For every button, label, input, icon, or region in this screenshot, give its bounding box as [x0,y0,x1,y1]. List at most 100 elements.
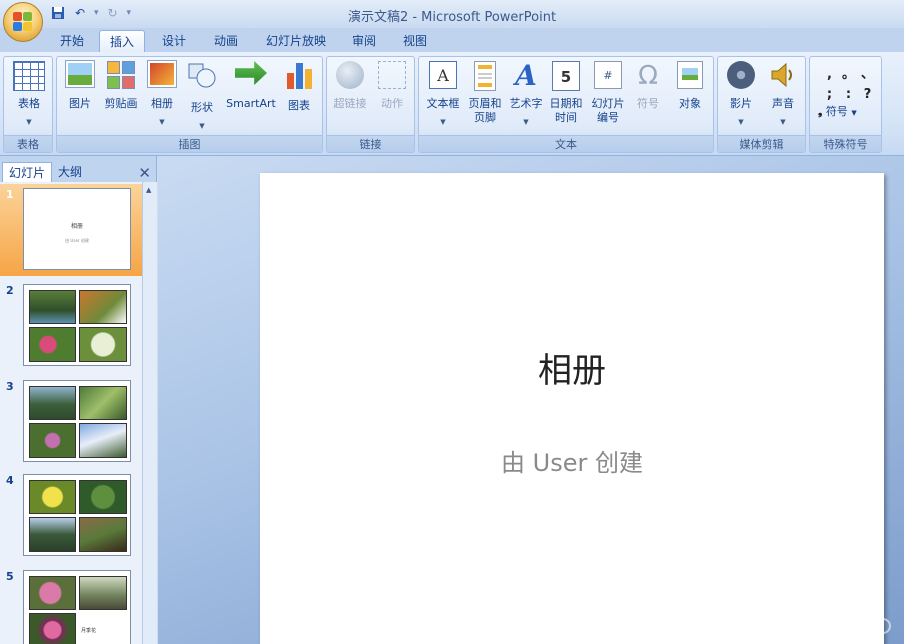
slide-number-button[interactable]: # 幻灯片 编号 [587,61,629,125]
symbol-comma[interactable]: , [820,67,839,87]
group-label-text: 文本 [419,135,713,152]
tab-insert[interactable]: 插入 [99,30,145,52]
symbol-button[interactable]: Ω 符号 [630,61,666,111]
thumbnail-image [23,284,131,366]
special-symbol-button[interactable]: ❟ 符号 ▼ [818,105,878,120]
table-icon [13,61,45,91]
smartart-icon [235,61,267,85]
panel-scrollbar[interactable]: ▲ [142,182,157,644]
date-time-button[interactable]: 5 日期和 时间 [546,61,586,125]
dropdown-arrow-icon: ▼ [780,118,786,126]
tab-outline[interactable]: 大纲 [52,162,88,182]
photo [29,517,76,552]
office-button[interactable] [3,2,43,42]
slide-canvas[interactable]: 相册 由 User 创建 [260,173,884,644]
tab-design[interactable]: 设计 [153,30,195,52]
photo-album-button[interactable]: 相册 ▼ [145,60,179,129]
photo [29,480,76,514]
window-title: 演示文稿2 - Microsoft PowerPoint [347,10,557,25]
calendar-icon: 5 [552,61,580,91]
dropdown-arrow-icon: ▼ [851,109,857,117]
tab-home[interactable]: 开始 [52,30,92,52]
dropdown-arrow-icon: ▼ [26,118,32,126]
slides-panel: 幻灯片 大纲 ✕ 1 相册 由 User 创建 2 3 4 5 月季花 ▲ [0,156,157,644]
photo [29,613,76,644]
photo [29,327,76,362]
slide-thumbnail[interactable]: 1 相册 由 User 创建 [0,184,142,276]
speaker-icon [767,61,799,89]
thumbnail-image: 相册 由 User 创建 [23,188,131,270]
header-footer-button[interactable]: 页眉和 页脚 [463,61,507,125]
object-button[interactable]: 对象 [670,61,710,111]
wordart-button[interactable]: A 艺术字 ▼ [506,61,546,129]
photo [79,386,127,420]
object-icon [677,61,703,89]
picture-button[interactable]: 图片 [63,60,97,111]
group-media-clips: 影片 ▼ 声音 ▼ 媒体剪辑 [717,56,806,153]
group-links: 超链接 动作 链接 [326,56,415,153]
group-label-media: 媒体剪辑 [718,135,805,152]
chart-button[interactable]: 图表 [281,61,317,113]
slide-title[interactable]: 相册 [260,343,884,392]
photo [29,576,76,610]
tab-slides[interactable]: 幻灯片 [2,162,53,182]
special-char-grid: ,。、;:? [820,63,880,107]
dropdown-arrow-icon: ▼ [199,122,205,130]
panel-tabs: 幻灯片 大纲 ✕ [0,160,157,182]
slide-thumbnail[interactable]: 3 [0,376,142,468]
office-logo-icon [13,12,33,32]
photo [29,386,76,420]
symbol-semicolon[interactable]: ; [820,87,839,107]
picture-icon [65,60,95,88]
symbol-enum-comma[interactable]: 、 [858,63,877,83]
clipart-button[interactable]: 剪贴画 [101,61,141,111]
photo [79,290,127,324]
ribbon-tabs: 开始 插入 设计 动画 幻灯片放映 审阅 视图 [0,28,904,52]
dropdown-arrow-icon: ▼ [738,118,744,126]
photo [29,290,76,324]
slide-thumbnails: 1 相册 由 User 创建 2 3 4 5 月季花 [0,182,142,644]
tab-slide-show[interactable]: 幻灯片放映 [258,30,334,52]
group-text: A 文本框 ▼ 页眉和 页脚 A 艺术字 ▼ 5 日期和 时间 # 幻灯片 编号… [418,56,714,153]
sound-button[interactable]: 声音 ▼ [764,61,802,129]
photo [79,423,127,458]
slide-thumbnail[interactable]: 4 [0,470,142,562]
symbol-period[interactable]: 。 [839,63,858,83]
group-label-tables: 表格 [4,135,52,152]
close-icon[interactable]: ✕ [138,164,151,182]
thumbnail-image: 月季花 [23,570,131,644]
shapes-icon [186,61,218,91]
photo [79,327,127,362]
symbol-colon[interactable]: : [839,87,858,107]
movie-button[interactable]: 影片 ▼ [722,61,760,129]
shapes-button[interactable]: 形状 ▼ [185,61,219,133]
ribbon: 表格 ▼ 表格 图片 剪贴画 相册 ▼ 形状 ▼ SmartArt 图表 插图 … [0,52,904,156]
table-button[interactable]: 表格 ▼ [12,61,46,129]
photo [79,576,127,610]
action-icon [378,61,406,89]
clipart-icon [107,61,135,89]
title-bar: ↶ ▾ ↻ ▾ 演示文稿2 - Microsoft PowerPoint [0,0,904,28]
dropdown-arrow-icon: ▼ [523,118,529,126]
smartart-button[interactable]: SmartArt [224,61,278,111]
slide-thumbnail[interactable]: 2 [0,280,142,372]
group-label-illustrations: 插图 [57,135,322,152]
group-label-links: 链接 [327,135,414,152]
hyperlink-button[interactable]: 超链接 [331,61,369,111]
slide-thumbnail[interactable]: 5 月季花 [0,566,142,644]
group-tables: 表格 ▼ 表格 [3,56,53,153]
tab-review[interactable]: 审阅 [344,30,384,52]
chart-icon [283,61,315,89]
textbox-icon: A [429,61,457,89]
tab-view[interactable]: 视图 [395,30,435,52]
textbox-button[interactable]: A 文本框 ▼ [423,61,463,129]
thumbnail-image [23,380,131,462]
action-button[interactable]: 动作 [373,61,411,111]
scroll-up-icon[interactable]: ▲ [146,186,151,194]
slide-subtitle[interactable]: 由 User 创建 [260,443,884,478]
group-label-special-symbols: 特殊符号 [810,135,881,152]
photo [79,517,127,552]
photo [29,423,76,458]
tab-animations[interactable]: 动画 [205,30,247,52]
symbol-question[interactable]: ? [858,87,877,107]
